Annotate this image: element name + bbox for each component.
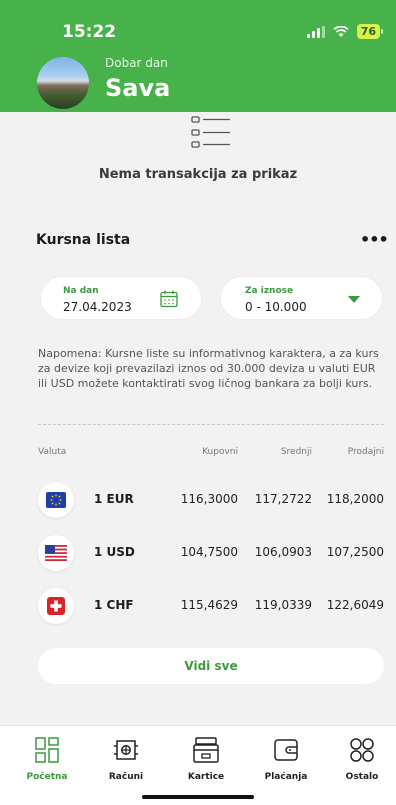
tab-label: Plaćanja xyxy=(264,772,308,782)
tab-more[interactable]: Ostalo xyxy=(332,736,392,782)
tab-label: Kartice xyxy=(187,772,225,782)
sell-rate: 107,2500 xyxy=(326,545,384,559)
status-icons: 76 xyxy=(306,24,384,39)
wifi-icon xyxy=(333,25,349,37)
tab-label: Početna xyxy=(26,772,68,782)
signal-icon xyxy=(306,25,325,38)
cards-icon xyxy=(193,737,219,763)
user-name: Sava xyxy=(105,74,171,102)
header-mid: Srednji xyxy=(280,447,312,457)
greeting-text: Dobar dan xyxy=(105,56,168,70)
see-all-button[interactable]: Vidi sve xyxy=(38,648,384,684)
ch-flag-icon xyxy=(38,588,74,624)
currency-code: 1 USD xyxy=(94,545,135,559)
tab-payments[interactable]: Plaćanja xyxy=(256,736,316,782)
bottom-tab-bar: Početna Računi Kartice Plaćanja Ostalo xyxy=(0,725,396,805)
home-grid-icon xyxy=(35,737,59,763)
table-row: 1 USD 104,7500 106,0903 107,2500 xyxy=(0,535,396,575)
buy-rate: 115,4629 xyxy=(180,598,238,612)
battery-icon: 76 xyxy=(356,24,384,39)
sell-rate: 122,6049 xyxy=(326,598,384,612)
table-row: 1 CHF 115,4629 119,0339 122,6049 xyxy=(0,588,396,628)
exchange-rate-title: Kursna lista xyxy=(36,232,131,248)
amount-range-select[interactable]: Za iznose 0 - 10.000 xyxy=(220,276,383,320)
sell-rate: 118,2000 xyxy=(326,492,384,506)
buy-rate: 116,3000 xyxy=(180,492,238,506)
tab-label: Ostalo xyxy=(345,772,379,782)
empty-list-icon xyxy=(191,116,230,148)
chevron-down-icon xyxy=(348,296,360,303)
tab-label: Računi xyxy=(108,772,144,782)
app-header: 15:22 76 Dobar dan Sava xyxy=(0,0,396,112)
currency-code: 1 CHF xyxy=(94,598,134,612)
header-buy: Kupovni xyxy=(202,447,238,457)
wallet-icon xyxy=(274,739,298,761)
accounts-icon xyxy=(114,740,138,760)
header-currency: Valuta xyxy=(38,447,67,457)
exchange-note: Napomena: Kursne liste su informativnog … xyxy=(38,347,379,390)
table-row: 1 EUR 116,3000 117,2722 118,2000 xyxy=(0,482,396,522)
header-sell: Prodajni xyxy=(347,447,384,457)
date-label: Na dan xyxy=(63,286,99,296)
mid-rate: 106,0903 xyxy=(254,545,312,559)
divider xyxy=(38,424,384,425)
calendar-icon xyxy=(160,290,178,308)
more-options-icon[interactable]: ••• xyxy=(360,230,389,249)
amount-value: 0 - 10.000 xyxy=(245,300,307,314)
us-flag-icon xyxy=(38,535,74,571)
date-value: 27.04.2023 xyxy=(63,300,132,314)
eu-flag-icon xyxy=(38,482,74,518)
home-indicator[interactable] xyxy=(142,795,254,799)
avatar[interactable] xyxy=(37,57,89,109)
mid-rate: 119,0339 xyxy=(254,598,312,612)
buy-rate: 104,7500 xyxy=(180,545,238,559)
tab-cards[interactable]: Kartice xyxy=(176,736,236,782)
amount-label: Za iznose xyxy=(245,286,294,296)
currency-code: 1 EUR xyxy=(94,492,134,506)
tab-home[interactable]: Početna xyxy=(17,736,77,782)
tab-accounts[interactable]: Računi xyxy=(96,736,156,782)
date-picker[interactable]: Na dan 27.04.2023 xyxy=(40,276,202,320)
mid-rate: 117,2722 xyxy=(254,492,312,506)
status-time: 15:22 xyxy=(62,22,117,42)
empty-transactions-message: Nema transakcija za prikaz xyxy=(98,167,298,182)
more-circles-icon xyxy=(350,738,374,762)
